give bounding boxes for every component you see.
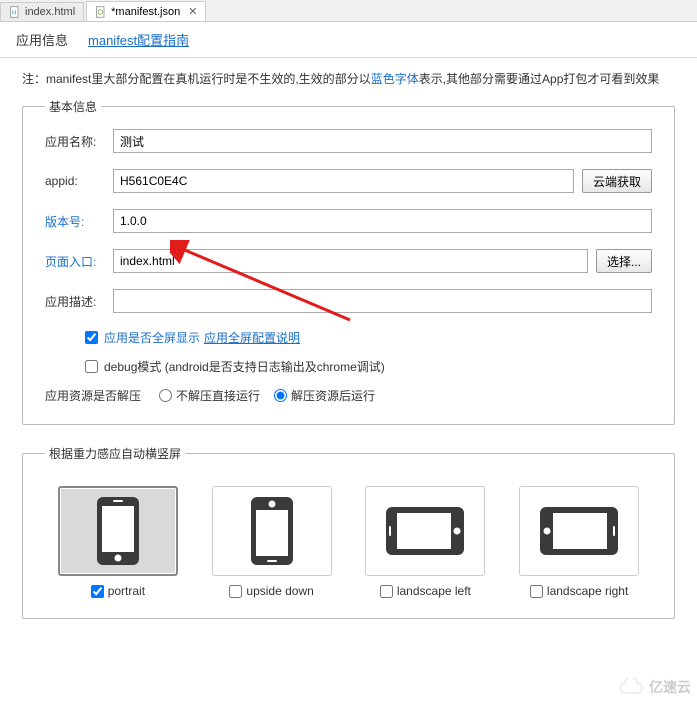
- orientation-landscape-right[interactable]: [519, 486, 639, 576]
- checkbox-landscape-right-wrap[interactable]: landscape right: [530, 584, 628, 598]
- radio-no-decompress-label: 不解压直接运行: [176, 387, 260, 404]
- checkbox-portrait[interactable]: [91, 585, 104, 598]
- radio-decompress[interactable]: [274, 389, 287, 402]
- note-text: 注：manifest里大部分配置在真机运行时是不生效的,生效的部分以蓝色字体表示…: [22, 70, 675, 88]
- link-fullscreen-doc[interactable]: 应用全屏配置说明: [204, 329, 300, 346]
- svg-text:H: H: [12, 10, 16, 16]
- button-cloud-fetch[interactable]: 云端获取: [582, 169, 652, 193]
- label-version: 版本号:: [45, 213, 113, 230]
- html-file-icon: H: [9, 6, 21, 18]
- editor-tab-manifest[interactable]: *manifest.json ✕: [86, 1, 206, 21]
- note-suffix: 表示,其他部分需要通过App打包才可看到效果: [419, 72, 660, 86]
- json-file-icon: [95, 6, 107, 18]
- input-appid[interactable]: [113, 169, 574, 193]
- input-description[interactable]: [113, 289, 652, 313]
- phone-landscape-left-icon: [385, 506, 465, 556]
- label-upside-down: upside down: [246, 584, 313, 598]
- checkbox-landscape-left-wrap[interactable]: landscape left: [380, 584, 471, 598]
- label-landscape-right: landscape right: [547, 584, 628, 598]
- sub-header: 应用信息 manifest配置指南: [0, 22, 697, 58]
- phone-portrait-icon: [96, 496, 140, 566]
- cloud-icon: [617, 678, 645, 696]
- label-decompress: 应用资源是否解压: [45, 387, 141, 404]
- orientation-upside-down[interactable]: [212, 486, 332, 576]
- checkbox-upside-down-wrap[interactable]: upside down: [229, 584, 313, 598]
- note-prefix: 注：manifest里大部分配置在真机运行时是不生效的,生效的部分以: [22, 72, 371, 86]
- label-description: 应用描述:: [45, 293, 113, 310]
- radio-decompress-wrap[interactable]: 解压资源后运行: [274, 387, 375, 404]
- editor-tab-label: *manifest.json: [111, 6, 180, 18]
- phone-landscape-right-icon: [539, 506, 619, 556]
- label-appid: appid:: [45, 174, 113, 188]
- watermark-text: 亿速云: [649, 677, 691, 697]
- legend-basic-info: 基本信息: [45, 98, 101, 115]
- tab-app-info[interactable]: 应用信息: [16, 30, 68, 49]
- phone-upside-down-icon: [250, 496, 294, 566]
- checkbox-debug[interactable]: [85, 360, 98, 373]
- legend-orientation: 根据重力感应自动横竖屏: [45, 445, 185, 462]
- fieldset-basic-info: 基本信息 应用名称: appid: 云端获取 版本号: 页面入口: 选择... …: [22, 98, 675, 425]
- button-select[interactable]: 选择...: [596, 249, 652, 273]
- link-manifest-guide[interactable]: manifest配置指南: [88, 30, 189, 49]
- label-entry: 页面入口:: [45, 253, 113, 270]
- radio-decompress-label: 解压资源后运行: [291, 387, 375, 404]
- checkbox-landscape-left[interactable]: [380, 585, 393, 598]
- checkbox-fullscreen[interactable]: [85, 331, 98, 344]
- watermark: 亿速云: [617, 677, 691, 697]
- label-fullscreen: 应用是否全屏显示: [104, 329, 200, 346]
- checkbox-landscape-right[interactable]: [530, 585, 543, 598]
- editor-tab-index[interactable]: H index.html: [0, 2, 84, 21]
- input-entry[interactable]: [113, 249, 588, 273]
- label-debug: debug模式 (android是否支持日志输出及chrome调试): [104, 358, 385, 375]
- input-version[interactable]: [113, 209, 652, 233]
- close-icon[interactable]: ✕: [188, 5, 197, 18]
- label-landscape-left: landscape left: [397, 584, 471, 598]
- orientation-landscape-left[interactable]: [365, 486, 485, 576]
- note-blue: 蓝色字体: [371, 72, 419, 86]
- fieldset-orientation: 根据重力感应自动横竖屏 portrait: [22, 445, 675, 619]
- radio-no-decompress-wrap[interactable]: 不解压直接运行: [159, 387, 260, 404]
- editor-tab-bar: H index.html *manifest.json ✕: [0, 0, 697, 22]
- label-portrait: portrait: [108, 584, 145, 598]
- input-app-name[interactable]: [113, 129, 652, 153]
- orientation-portrait[interactable]: [58, 486, 178, 576]
- checkbox-portrait-wrap[interactable]: portrait: [91, 584, 145, 598]
- radio-no-decompress[interactable]: [159, 389, 172, 402]
- editor-tab-label: index.html: [25, 6, 75, 18]
- label-app-name: 应用名称:: [45, 133, 113, 150]
- checkbox-upside-down[interactable]: [229, 585, 242, 598]
